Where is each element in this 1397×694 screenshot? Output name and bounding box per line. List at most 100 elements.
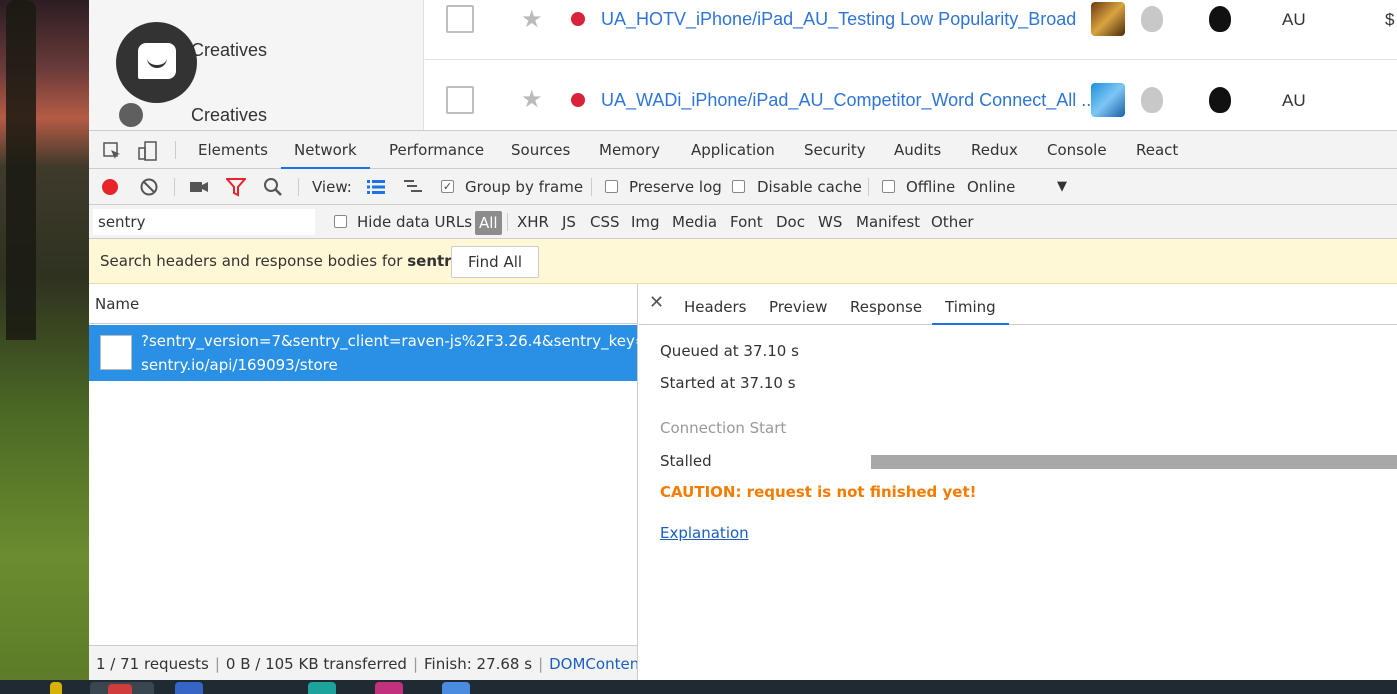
status-dot: [571, 93, 585, 107]
tab-headers[interactable]: Headers: [678, 284, 752, 325]
desktop-wallpaper: [0, 0, 89, 694]
preserve-log-label[interactable]: Preserve log: [629, 169, 722, 205]
tab-audits[interactable]: Audits: [892, 131, 943, 169]
tab-performance[interactable]: Performance: [387, 131, 486, 169]
sidebar-creatives-label[interactable]: Creatives: [191, 40, 267, 61]
group-by-frame-checkbox[interactable]: ✓: [441, 180, 454, 193]
tab-sources[interactable]: Sources: [509, 131, 572, 169]
preserve-log-checkbox[interactable]: [605, 180, 618, 193]
device-toolbar-icon[interactable]: [138, 141, 158, 161]
network-status-bar: 1 / 71 requests | 0 B / 105 KB transferred…: [89, 645, 637, 681]
stalled-label: Stalled: [660, 452, 712, 470]
network-toolbar: View: ✓ Group by frame Preserve log Disa…: [89, 169, 1397, 205]
request-list-pane: Name ?sentry_version=7&sentry_client=rav…: [89, 284, 662, 681]
tab-network[interactable]: Network: [281, 131, 370, 169]
transferred-size: 0 B / 105 KB transferred: [225, 655, 407, 673]
currency: $: [1385, 10, 1395, 29]
group-by-frame-label[interactable]: Group by frame: [465, 169, 583, 205]
name-column-header[interactable]: Name: [89, 284, 637, 324]
explanation-link[interactable]: Explanation: [660, 524, 749, 542]
search-icon[interactable]: [263, 177, 283, 197]
inspect-element-icon[interactable]: [102, 141, 122, 161]
tab-response[interactable]: Response: [844, 284, 928, 325]
dom-content-loaded: DOMConten...: [549, 655, 637, 673]
filter-type-css[interactable]: CSS: [590, 205, 620, 239]
row-checkbox[interactable]: [446, 5, 474, 33]
tab-application[interactable]: Application: [689, 131, 777, 169]
star-icon[interactable]: ★: [521, 5, 543, 34]
filter-type-xhr[interactable]: XHR: [517, 205, 549, 239]
taskbar-icon[interactable]: [308, 682, 336, 694]
filter-type-img[interactable]: Img: [631, 205, 660, 239]
hide-data-urls-checkbox[interactable]: [334, 215, 347, 228]
app-sidebar: Creatives Creatives: [89, 0, 424, 130]
search-banner: Search headers and response bodies for s…: [89, 239, 1397, 284]
taskbar-icon[interactable]: [175, 682, 203, 694]
tab-redux[interactable]: Redux: [969, 131, 1020, 169]
taskbar-icon[interactable]: [50, 682, 62, 694]
palette-icon: [119, 103, 143, 127]
row-checkbox[interactable]: [446, 86, 474, 114]
request-url: ?sentry_version=7&sentry_client=raven-js…: [141, 332, 662, 350]
finish-time: Finish: 27.68 s: [424, 655, 533, 673]
waterfall-overview-icon[interactable]: [403, 177, 423, 197]
taskbar-icon[interactable]: [442, 682, 470, 694]
star-icon[interactable]: ★: [521, 85, 543, 114]
offline-checkbox[interactable]: [882, 180, 895, 193]
detail-tabbar: ✕ Headers Preview Response Timing: [639, 284, 1397, 325]
started-at: Started at 37.10 s: [660, 374, 796, 392]
disable-cache-label[interactable]: Disable cache: [757, 169, 862, 205]
filter-icon[interactable]: [226, 177, 246, 197]
sidebar-creatives-label-2[interactable]: Creatives: [191, 105, 267, 126]
apple-icon: [1209, 87, 1231, 113]
queued-at: Queued at 37.10 s: [660, 342, 799, 360]
tab-preview[interactable]: Preview: [763, 284, 833, 325]
hide-data-urls-label[interactable]: Hide data URLs: [357, 205, 472, 239]
chevron-down-icon[interactable]: ▼: [1057, 169, 1067, 205]
filter-input[interactable]: [93, 209, 315, 235]
view-label: View:: [312, 178, 352, 196]
filter-type-font[interactable]: Font: [730, 205, 763, 239]
filter-type-js[interactable]: JS: [562, 205, 576, 239]
screenshot-camera-icon[interactable]: [189, 177, 209, 197]
search-banner-text: Search headers and response bodies for s…: [100, 252, 462, 270]
offline-label[interactable]: Offline: [906, 169, 955, 205]
close-icon[interactable]: ✕: [649, 292, 664, 313]
find-all-button[interactable]: Find All: [451, 246, 539, 278]
throttle-select[interactable]: Online: [967, 169, 1015, 205]
record-icon[interactable]: [100, 177, 120, 197]
tab-react[interactable]: React: [1134, 131, 1180, 169]
tab-timing[interactable]: Timing: [932, 284, 1009, 325]
taskbar-icon: [108, 684, 132, 694]
clear-icon[interactable]: [139, 177, 159, 197]
filter-type-ws[interactable]: WS: [818, 205, 842, 239]
status-dot: [571, 12, 585, 26]
apple-icon: [1209, 6, 1231, 32]
filter-type-media[interactable]: Media: [672, 205, 717, 239]
devtools-tabbar: Elements Network Performance Sources Mem…: [89, 131, 1397, 169]
large-rows-icon[interactable]: [366, 177, 386, 197]
campaign-name[interactable]: UA_WADi_iPhone/iPad_AU_Competitor_Word C…: [601, 90, 1096, 111]
tab-console[interactable]: Console: [1045, 131, 1109, 169]
filter-type-all[interactable]: All: [475, 211, 502, 235]
taskbar-icon[interactable]: [375, 682, 403, 694]
filter-bar: Hide data URLs All XHR JS CSS Img Media …: [89, 205, 1397, 239]
request-path: sentry.io/api/169093/store: [141, 356, 338, 374]
campaign-row: ★ UA_WADi_iPhone/iPad_AU_Competitor_Word…: [425, 61, 1397, 130]
chat-widget-icon[interactable]: [116, 22, 197, 103]
tab-memory[interactable]: Memory: [597, 131, 662, 169]
country-code: AU: [1282, 91, 1306, 110]
connection-start-heading: Connection Start: [660, 419, 787, 437]
country-code: AU: [1282, 10, 1306, 29]
request-count: 1 / 71 requests: [96, 655, 209, 673]
filter-type-doc[interactable]: Doc: [776, 205, 805, 239]
devtools-panel: Elements Network Performance Sources Mem…: [89, 130, 1397, 681]
tab-security[interactable]: Security: [802, 131, 868, 169]
filter-type-manifest[interactable]: Manifest: [856, 205, 920, 239]
filter-type-other[interactable]: Other: [931, 205, 974, 239]
tab-elements[interactable]: Elements: [196, 131, 270, 169]
campaign-name[interactable]: UA_HOTV_iPhone/iPad_AU_Testing Low Popul…: [601, 9, 1076, 30]
app-thumbnail: [1091, 2, 1125, 36]
disable-cache-checkbox[interactable]: [732, 180, 745, 193]
request-row[interactable]: ?sentry_version=7&sentry_client=raven-js…: [89, 325, 662, 381]
